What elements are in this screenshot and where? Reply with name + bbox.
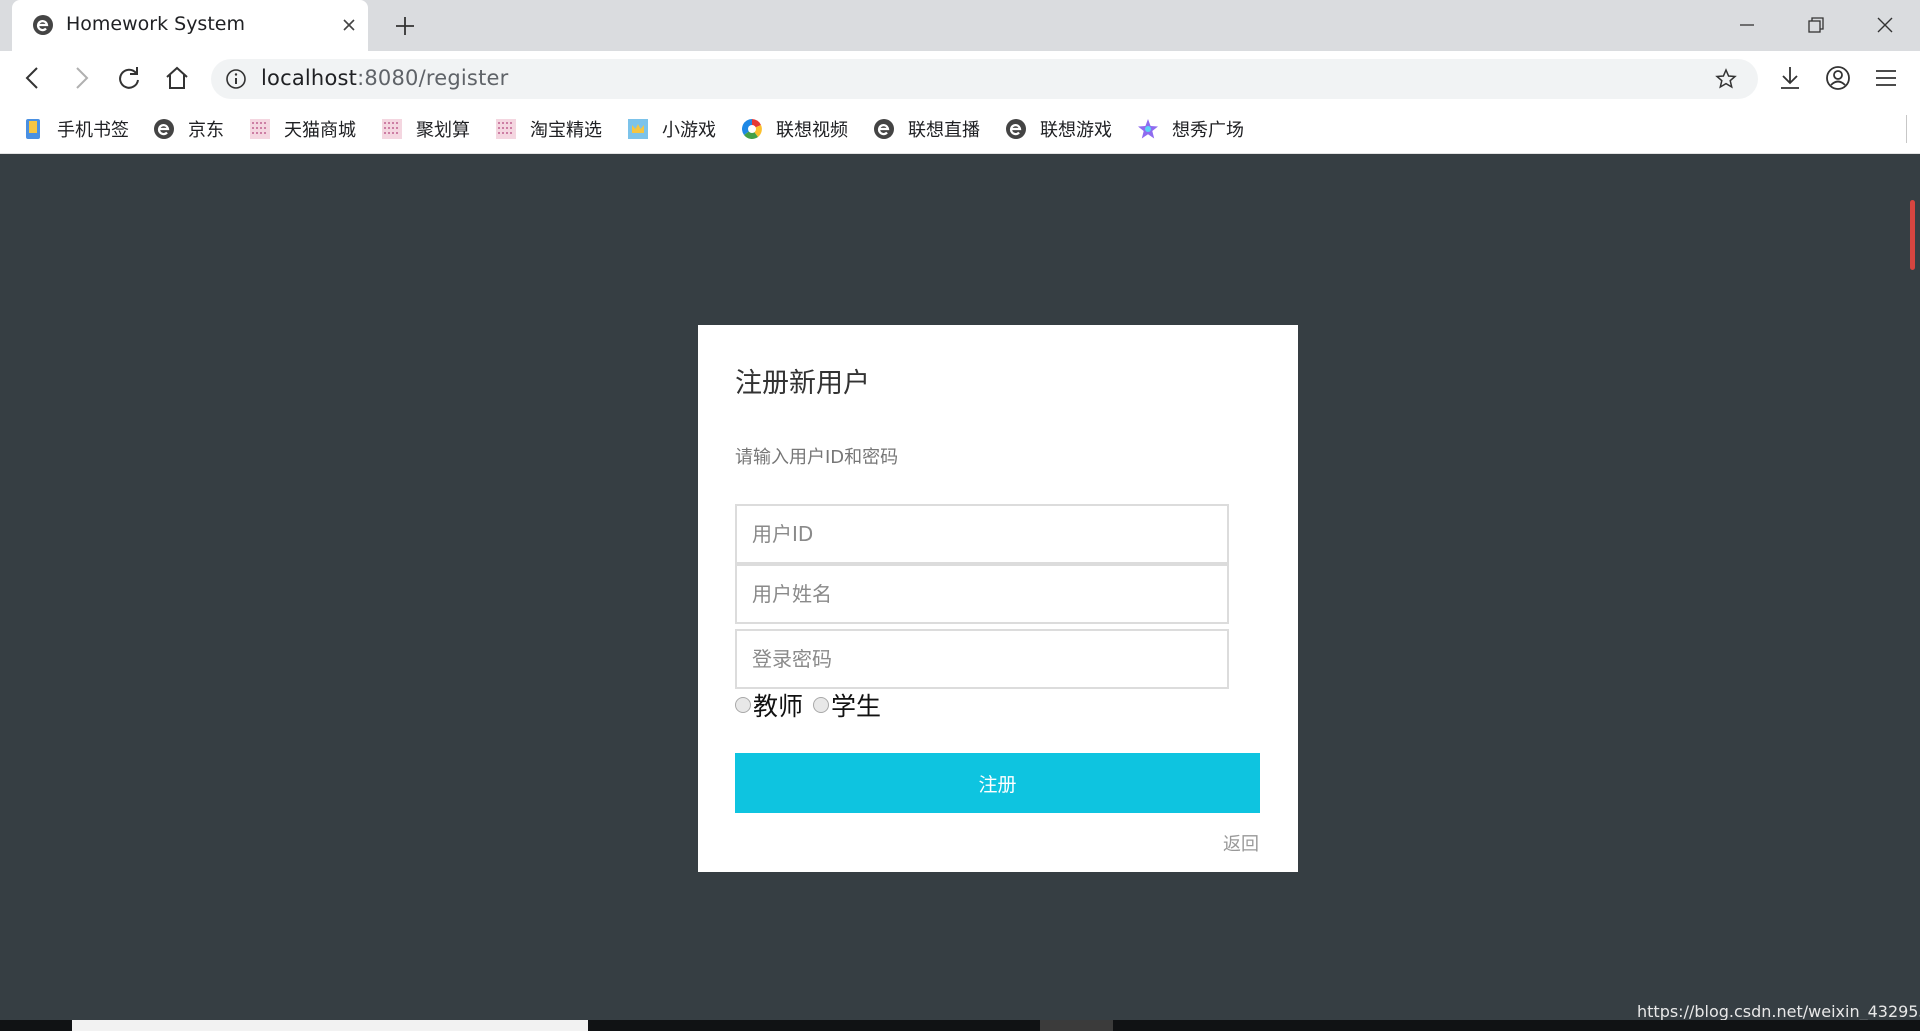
scrollbar-thumb[interactable] — [1910, 200, 1915, 270]
star-icon — [1138, 119, 1158, 139]
menu-icon[interactable] — [1870, 62, 1902, 94]
e-browser-icon — [874, 119, 894, 139]
teacher-radio-label[interactable]: 教师 — [753, 687, 803, 723]
bookmark-label: 聚划算 — [416, 120, 470, 141]
color-wheel-icon — [742, 119, 762, 139]
form-subtitle: 请输入用户ID和密码 — [735, 447, 899, 468]
bookmark-item[interactable]: 小游戏 — [627, 115, 716, 143]
tab-title: Homework System — [66, 13, 245, 35]
page-title: 注册新用户 — [735, 368, 870, 399]
crown-game-icon — [628, 119, 648, 139]
student-radio-label[interactable]: 学生 — [831, 687, 881, 723]
bookmark-label: 联想视频 — [776, 120, 848, 141]
taobao-icon — [496, 119, 516, 139]
bookmark-item[interactable]: 聚划算 — [381, 115, 470, 143]
bookmark-label: 联想游戏 — [1040, 120, 1112, 141]
tab-strip: Homework System — [0, 0, 1920, 51]
restore-icon[interactable] — [1801, 10, 1831, 40]
bookmark-item[interactable]: 想秀广场 — [1137, 115, 1244, 143]
account-icon[interactable] — [1822, 62, 1854, 94]
bookmark-item[interactable]: 联想视频 — [741, 115, 848, 143]
address-bar[interactable]: localhost:8080/register — [211, 59, 1758, 99]
new-tab-icon[interactable] — [392, 13, 418, 39]
home-icon[interactable] — [162, 63, 192, 93]
close-window-icon[interactable] — [1870, 10, 1900, 40]
browser-toolbar: localhost:8080/register — [0, 51, 1920, 105]
bookmark-item[interactable]: 联想游戏 — [1005, 115, 1112, 143]
bookmark-label: 小游戏 — [662, 120, 716, 141]
bookmark-item[interactable]: 手机书签 — [22, 115, 129, 143]
phone-bookmark-icon — [26, 119, 40, 139]
info-icon[interactable] — [225, 68, 247, 90]
taskbar-button[interactable] — [1040, 1020, 1113, 1031]
download-icon[interactable] — [1774, 62, 1806, 94]
bookmark-label: 天猫商城 — [284, 120, 356, 141]
close-tab-icon[interactable] — [338, 14, 360, 36]
back-link[interactable]: 返回 — [1223, 830, 1259, 856]
bookmark-label: 想秀广场 — [1172, 120, 1244, 141]
bookmark-label: 联想直播 — [908, 120, 980, 141]
bookmark-label: 淘宝精选 — [530, 120, 602, 141]
register-card: 注册新用户 请输入用户ID和密码 教师 学生 注册 返回 — [698, 325, 1298, 872]
bookmark-item[interactable]: 天猫商城 — [249, 115, 356, 143]
url-host: localhost — [261, 66, 358, 90]
bookmarks-divider — [1906, 115, 1907, 143]
back-icon[interactable] — [18, 63, 48, 93]
user-id-input[interactable] — [735, 504, 1229, 564]
bookmark-item[interactable]: 京东 — [153, 115, 224, 143]
student-radio[interactable] — [813, 697, 830, 713]
bookmark-label: 京东 — [188, 120, 224, 141]
minimize-icon[interactable] — [1732, 10, 1762, 40]
bookmark-item[interactable]: 联想直播 — [873, 115, 980, 143]
url-text[interactable]: localhost:8080/register — [261, 66, 508, 90]
juhuasuan-icon — [382, 119, 402, 139]
taskbar — [0, 1020, 1920, 1031]
forward-icon[interactable] — [66, 63, 96, 93]
bookmarks-bar: 手机书签 京东 天猫商城 聚划算 淘宝精选 小游戏 联想视频 联想直播 联想游戏… — [0, 105, 1920, 154]
bookmark-item[interactable]: 淘宝精选 — [495, 115, 602, 143]
password-input[interactable] — [735, 629, 1229, 689]
browser-tab[interactable]: Homework System — [12, 0, 368, 51]
role-radio-group: 教师 学生 — [735, 687, 891, 723]
taskbar-window-preview[interactable] — [72, 1020, 588, 1031]
url-path: :8080/register — [357, 66, 509, 90]
register-button[interactable]: 注册 — [735, 753, 1260, 813]
bookmark-star-icon[interactable] — [1714, 67, 1738, 91]
e-browser-icon — [154, 119, 174, 139]
reload-icon[interactable] — [114, 63, 144, 93]
e-browser-icon — [33, 15, 53, 35]
page-viewport: 注册新用户 请输入用户ID和密码 教师 学生 注册 返回 — [0, 154, 1920, 1020]
teacher-radio[interactable] — [735, 697, 751, 713]
tmall-icon — [250, 119, 270, 139]
watermark-text: https://blog.csdn.net/weixin_43295543 — [1637, 1002, 1920, 1021]
user-name-input[interactable] — [735, 564, 1229, 624]
bookmark-label: 手机书签 — [57, 120, 129, 141]
e-browser-icon — [1006, 119, 1026, 139]
